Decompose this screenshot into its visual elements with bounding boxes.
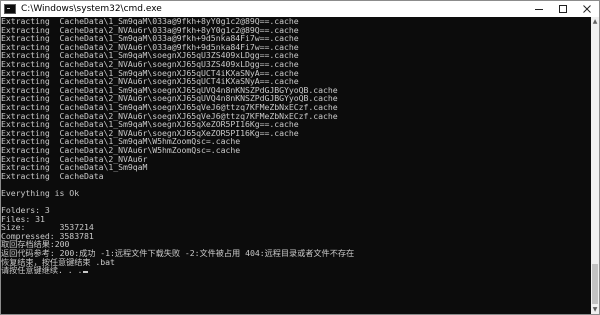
- vertical-scrollbar[interactable]: ▲ ▼: [591, 17, 599, 314]
- text-cursor: [83, 271, 89, 274]
- cmd-icon: [4, 4, 16, 14]
- scroll-thumb[interactable]: [592, 264, 598, 304]
- scroll-down-arrow-icon[interactable]: ▼: [591, 305, 599, 314]
- window-controls: [527, 1, 599, 17]
- minimize-button[interactable]: [527, 1, 551, 17]
- minimize-icon: [535, 9, 543, 10]
- console-line: Everything is Ok: [1, 187, 80, 198]
- scroll-up-arrow-icon[interactable]: ▲: [591, 17, 599, 26]
- console-output[interactable]: Extracting CacheData\1_Sm9qaM\033a@9fkh+…: [1, 17, 591, 314]
- cmd-window: C:\Windows\system32\cmd.exe Extracting C…: [0, 0, 600, 315]
- window-title: C:\Windows\system32\cmd.exe: [21, 4, 162, 14]
- console-prompt-line: 请按任意键继续. . .: [1, 266, 354, 275]
- console-lines: Extracting CacheData\1_Sm9qaM\033a@9fkh+…: [1, 17, 354, 275]
- console-prompt-text: 请按任意键继续. . .: [1, 265, 83, 276]
- console-line: Folders: 3: [1, 205, 50, 216]
- console-line: Extracting CacheData: [1, 170, 104, 181]
- title-bar[interactable]: C:\Windows\system32\cmd.exe: [1, 1, 599, 17]
- maximize-icon: [559, 5, 567, 13]
- maximize-button[interactable]: [551, 1, 575, 17]
- close-icon: [583, 5, 591, 13]
- close-button[interactable]: [575, 1, 599, 17]
